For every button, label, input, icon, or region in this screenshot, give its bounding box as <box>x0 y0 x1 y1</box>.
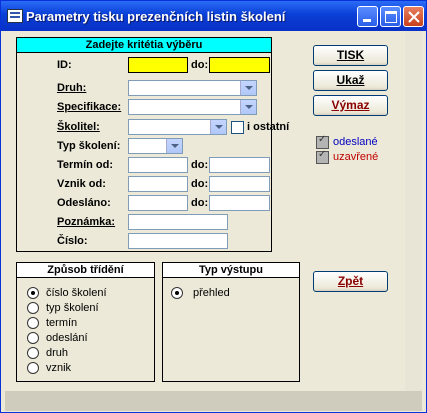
termin-do-label: do: <box>191 159 209 171</box>
sort-radio-vznik[interactable] <box>27 362 39 374</box>
odeslane-label: odeslané <box>333 136 378 148</box>
termin-od-label: Termín od: <box>57 159 114 171</box>
dropdown-arrow-icon[interactable] <box>240 100 256 114</box>
typ-skoleni-label: Typ školení: <box>57 140 121 152</box>
vznik-do-field[interactable] <box>209 176 270 192</box>
window-title: Parametry tisku prezenčních listin škole… <box>26 9 286 24</box>
dropdown-arrow-icon[interactable] <box>210 120 226 134</box>
close-icon <box>408 11 420 23</box>
title-bar: Parametry tisku prezenčních listin škole… <box>1 1 426 31</box>
dropdown-arrow-icon[interactable] <box>166 139 182 153</box>
sort-option-label: typ školení <box>46 302 99 314</box>
odeslano-do-field[interactable] <box>209 195 270 211</box>
id-from-field[interactable] <box>128 57 188 73</box>
sort-radio-druh[interactable] <box>27 347 39 359</box>
cislo-field[interactable] <box>128 233 228 249</box>
specifikace-combo[interactable] <box>128 99 257 115</box>
druh-label: Druh: <box>57 82 87 94</box>
sort-option-label: termín <box>46 317 78 329</box>
id-do-label: do: <box>191 59 209 71</box>
skolitel-label: Školitel: <box>57 121 100 133</box>
ostatni-label: i ostatní <box>247 121 290 133</box>
uzavrene-label: uzavřené <box>333 151 379 163</box>
odeslane-checkbox[interactable] <box>316 134 329 149</box>
typ-skoleni-combo[interactable] <box>128 138 183 154</box>
odeslano-od-field[interactable] <box>128 195 188 211</box>
vznik-do-label: do: <box>191 178 209 190</box>
sort-radio-termin[interactable] <box>27 317 39 329</box>
skolitel-combo[interactable] <box>128 119 227 135</box>
ukaz-button[interactable]: Ukaž <box>313 70 388 91</box>
form-right-margin <box>405 31 422 391</box>
uzavrene-checkbox[interactable] <box>316 149 329 164</box>
vznik-od-label: Vznik od: <box>57 178 106 190</box>
sort-option-label: druh <box>46 347 69 359</box>
id-label: ID: <box>57 59 72 71</box>
tisk-button[interactable]: TISK <box>313 45 388 66</box>
form-icon <box>7 9 23 23</box>
cislo-label: Číslo: <box>57 235 88 247</box>
sort-group-title: Způsob třídění <box>16 262 155 278</box>
id-to-field[interactable] <box>209 57 270 73</box>
output-option-label: přehled <box>193 287 230 299</box>
zpet-button[interactable]: Zpět <box>313 271 388 292</box>
termin-od-field[interactable] <box>128 157 188 173</box>
odeslano-label: Odesláno: <box>57 197 111 209</box>
sort-option-label: číslo školení <box>46 287 107 299</box>
dropdown-arrow-icon[interactable] <box>240 81 256 95</box>
sort-radio-odeslani[interactable] <box>27 332 39 344</box>
form-bottom-margin <box>5 391 422 411</box>
termin-do-field[interactable] <box>209 157 270 173</box>
maximize-button[interactable] <box>380 6 401 27</box>
minimize-button[interactable] <box>357 6 378 27</box>
specifikace-label: Specifikace: <box>57 101 122 113</box>
ostatni-checkbox[interactable] <box>231 121 244 134</box>
output-group-title: Typ výstupu <box>162 262 300 278</box>
sort-radio-typ[interactable] <box>27 302 39 314</box>
output-group: Typ výstupu <box>162 262 300 382</box>
sort-option-label: vznik <box>46 362 72 374</box>
sort-option-label: odeslání <box>46 332 88 344</box>
close-button[interactable] <box>403 6 424 27</box>
sort-radio-cislo[interactable] <box>27 287 39 299</box>
output-radio-prehled[interactable] <box>171 287 183 299</box>
poznamka-field[interactable] <box>128 214 228 230</box>
vymaz-button[interactable]: Výmaz <box>313 95 388 116</box>
vznik-od-field[interactable] <box>128 176 188 192</box>
odeslano-do-label: do: <box>191 197 209 209</box>
poznamka-label: Poznámka: <box>57 216 116 228</box>
druh-combo[interactable] <box>128 80 257 96</box>
